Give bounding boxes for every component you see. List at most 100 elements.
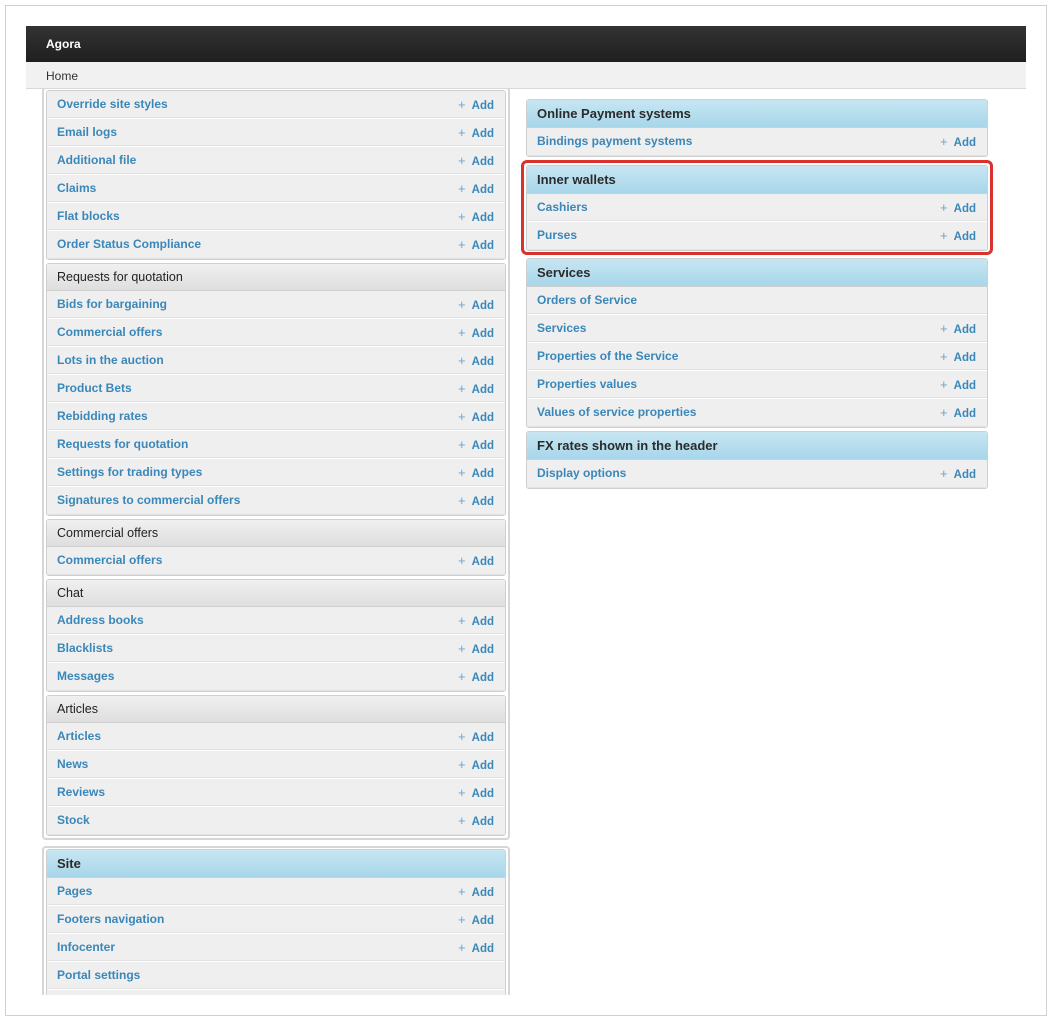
model-link[interactable]: Stock [57,813,90,827]
add-label: Add [471,915,494,927]
app-title[interactable]: Agora [46,37,81,51]
model-link[interactable]: Additional file [57,153,136,167]
model-link[interactable]: Blacklists [57,641,113,655]
model-link[interactable]: Settings for trading types [57,465,202,479]
model-link[interactable]: Pages [57,884,92,898]
model-link[interactable]: Reviews [57,785,105,799]
model-link[interactable]: Orders of Service [537,293,637,307]
add-button[interactable]: + Add [458,403,494,432]
module-caption[interactable]: Commercial offers [47,520,505,547]
module-caption[interactable]: Chat [47,580,505,607]
add-button[interactable]: + Add [458,175,494,204]
module-caption[interactable]: Services [527,259,987,287]
plus-icon: + [458,353,466,368]
model-link[interactable]: Rebidding rates [57,409,148,423]
add-label: Add [471,468,494,480]
add-button[interactable]: + Add [458,91,494,120]
add-button[interactable]: + Add [458,906,494,935]
model-link[interactable]: Override site styles [57,97,168,111]
module-caption-label: Chat [57,586,84,600]
add-button[interactable]: + Add [940,371,976,400]
add-button[interactable]: + Add [458,607,494,636]
add-label: Add [471,240,494,252]
model-link[interactable]: News [57,757,88,771]
plus-icon: + [458,297,466,312]
model-link[interactable]: Values of service properties [537,405,696,419]
add-button[interactable]: + Add [458,375,494,404]
module-caption[interactable]: FX rates shown in the header [527,432,987,460]
add-button[interactable]: + Add [458,547,494,575]
model-link[interactable]: Flat blocks [57,209,120,223]
model-link[interactable]: Bids for bargaining [57,297,167,311]
module-online-payment-systems: Online Payment systems Bindings payment s… [526,99,988,157]
model-link[interactable]: Product Bets [57,381,132,395]
model-link[interactable]: Requests for quotation [57,437,188,451]
add-button[interactable]: + Add [458,635,494,664]
add-button[interactable]: + Add [940,194,976,223]
add-button[interactable]: + Add [940,460,976,488]
add-label: Add [471,100,494,112]
plus-icon: + [940,377,948,392]
add-button[interactable]: + Add [458,203,494,232]
module-caption[interactable]: Requests for quotation [47,264,505,291]
model-link[interactable]: Lots in the auction [57,353,164,367]
add-button[interactable]: + Add [458,147,494,176]
add-button[interactable]: + Add [458,779,494,808]
model-link[interactable]: Order Status Compliance [57,237,201,251]
model-link[interactable]: Display options [537,466,626,480]
model-link[interactable]: Services [537,321,586,335]
model-link[interactable]: Signatures to commercial offers [57,493,240,507]
add-label: Add [471,887,494,899]
model-link[interactable]: Articles [57,729,101,743]
add-button[interactable]: + Add [458,231,494,259]
plus-icon: + [940,200,948,215]
add-button[interactable]: + Add [458,663,494,691]
add-button[interactable]: + Add [458,431,494,460]
model-link[interactable]: Address books [57,613,144,627]
model-link[interactable]: Portal settings [57,968,140,982]
add-button[interactable]: + Add [940,399,976,427]
model-link[interactable]: Footers navigation [57,912,164,926]
model-link[interactable]: Cashiers [537,200,588,214]
add-button[interactable]: + Add [458,319,494,348]
model-link[interactable]: Email logs [57,125,117,139]
add-button[interactable]: + Add [940,222,976,250]
add-button[interactable]: + Add [458,487,494,515]
module-caption[interactable]: Inner wallets [527,166,987,194]
add-button[interactable]: + Add [940,128,976,156]
model-link[interactable]: Bindings payment systems [537,134,692,148]
model-link[interactable]: Properties values [537,377,637,391]
module-caption[interactable]: Site [47,850,505,878]
model-link[interactable]: Properties of the Service [537,349,678,363]
right-column: Online Payment systems Bindings payment s… [521,99,993,492]
add-label: Add [471,816,494,828]
add-button[interactable]: + Add [940,343,976,372]
add-button[interactable]: + Add [458,723,494,752]
plus-icon: + [458,409,466,424]
add-button[interactable]: + Add [458,119,494,148]
model-link[interactable]: Commercial offers [57,553,162,567]
model-row-registration-form-settings: Registration form settings [47,990,505,995]
add-button[interactable]: + Add [458,291,494,320]
plus-icon: + [458,553,466,568]
add-button[interactable]: + Add [940,315,976,344]
model-link[interactable]: Messages [57,669,114,683]
add-button[interactable]: + Add [458,751,494,780]
module-caption[interactable]: Articles [47,696,505,723]
module-caption[interactable]: Online Payment systems [527,100,987,128]
module-chat: Chat Address books + Add Blacklists + Add Messa… [46,579,506,692]
model-row-reviews: Reviews + Add [47,779,505,807]
add-button[interactable]: + Add [458,878,494,907]
breadcrumb-home-link[interactable]: Home [46,69,78,83]
add-button[interactable]: + Add [458,934,494,963]
add-label: Add [471,788,494,800]
model-link[interactable]: Purses [537,228,577,242]
add-button[interactable]: + Add [458,807,494,835]
model-link[interactable]: Claims [57,181,96,195]
add-button[interactable]: + Add [458,459,494,488]
add-label: Add [471,760,494,772]
model-link[interactable]: Commercial offers [57,325,162,339]
model-row-settings-for-trading-types: Settings for trading types + Add [47,459,505,487]
add-button[interactable]: + Add [458,347,494,376]
model-link[interactable]: Infocenter [57,940,115,954]
